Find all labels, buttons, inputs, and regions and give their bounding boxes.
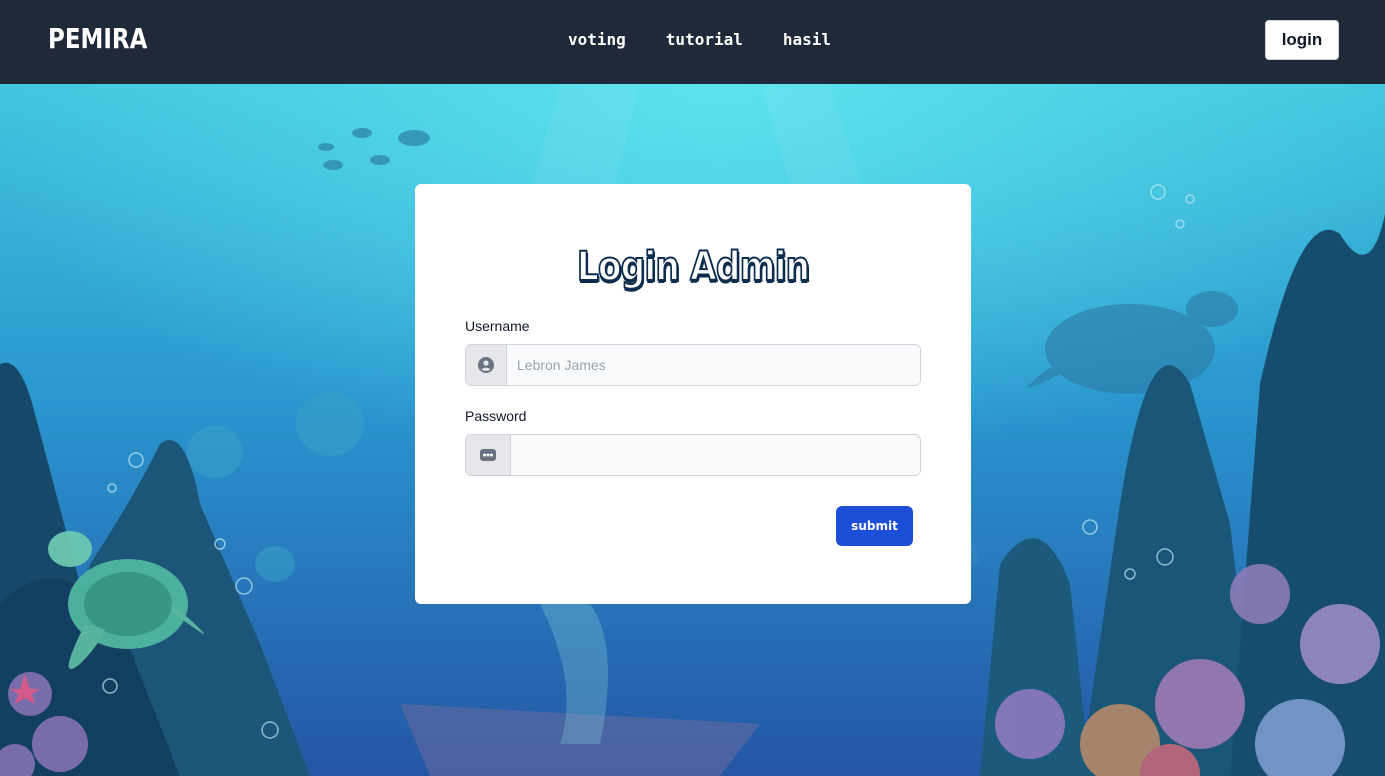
brand-logo[interactable]: PEMIRA (48, 22, 147, 55)
user-circle-icon (466, 345, 507, 385)
username-input-group (465, 344, 921, 386)
login-card: Login Admin Username Password submit (415, 184, 971, 604)
password-input-group (465, 434, 921, 476)
submit-button[interactable]: submit (836, 506, 913, 546)
navbar: PEMIRA voting tutorial hasil login (0, 0, 1385, 84)
username-label: Username (465, 318, 530, 334)
nav-link-tutorial[interactable]: tutorial (666, 30, 743, 49)
username-input[interactable] (507, 345, 920, 385)
password-input[interactable] (511, 435, 920, 475)
nav-link-hasil[interactable]: hasil (783, 30, 831, 49)
dots-icon (466, 435, 511, 475)
nav-links: voting tutorial hasil (568, 30, 831, 49)
login-title: Login Admin (576, 243, 811, 291)
password-label: Password (465, 408, 527, 424)
nav-link-voting[interactable]: voting (568, 30, 626, 49)
login-button[interactable]: login (1265, 20, 1339, 60)
